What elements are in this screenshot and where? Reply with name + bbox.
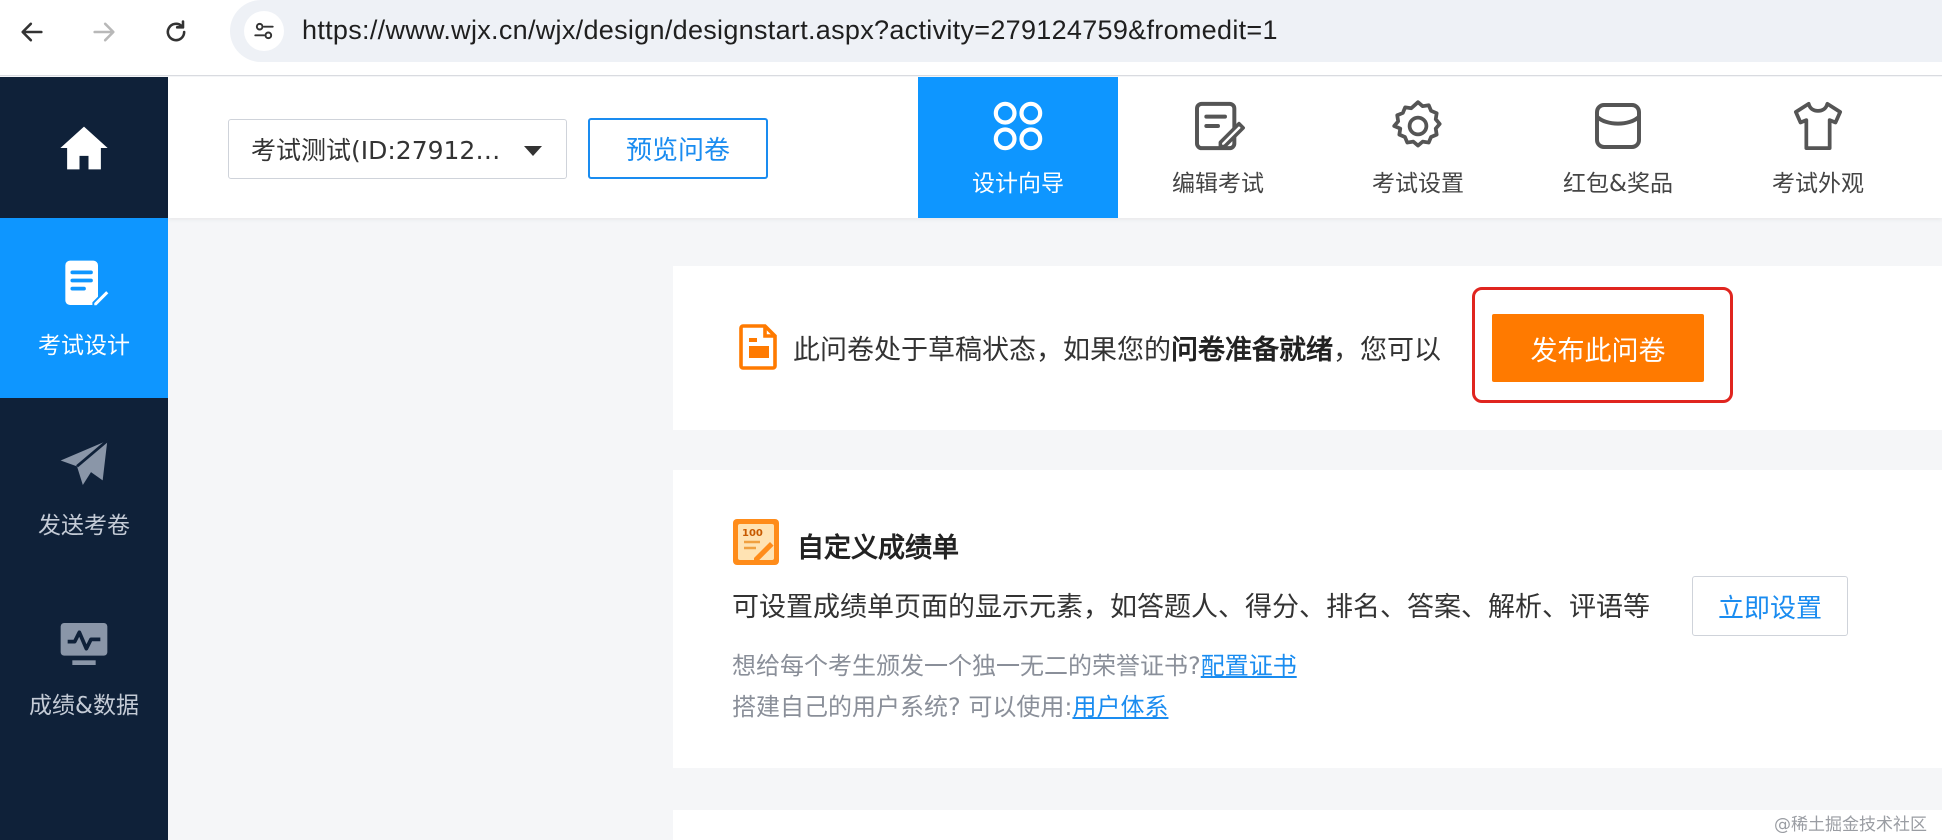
paper-plane-icon xyxy=(60,439,109,485)
forward-button[interactable] xyxy=(84,12,124,52)
draft-status-panel: 此问卷处于草稿状态，如果您的问卷准备就绪，您可以 发布此问卷 xyxy=(673,266,1942,430)
user-system-hint-text: 搭建自己的用户系统? 可以使用: xyxy=(732,693,1073,721)
tab-label: 考试设置 xyxy=(1372,170,1464,197)
address-bar[interactable]: https://www.wjx.cn/wjx/design/designstar… xyxy=(230,0,1942,62)
tab-label: 考试外观 xyxy=(1772,170,1864,197)
tab-design-wizard[interactable]: 设计向导 xyxy=(918,77,1118,218)
setup-now-button[interactable]: 立即设置 xyxy=(1692,576,1848,636)
tshirt-icon xyxy=(1793,101,1843,150)
home-button[interactable] xyxy=(0,77,168,218)
svg-text:100: 100 xyxy=(742,528,763,539)
tab-label: 设计向导 xyxy=(972,170,1064,197)
reload-button[interactable] xyxy=(156,12,196,52)
edit-document-icon xyxy=(65,260,111,308)
certificate-hint: 想给每个考生颁发一个独一无二的荣誉证书?配置证书 xyxy=(732,646,1297,681)
back-button[interactable] xyxy=(12,12,52,52)
watermark: @稀土掘金技术社区 xyxy=(1774,815,1927,835)
preview-button[interactable]: 预览问卷 xyxy=(588,118,768,179)
gear-icon xyxy=(1392,99,1442,147)
custom-score-card-panel: 100 自定义成绩单 可设置成绩单页面的显示元素，如答题人、得分、排名、答案、解… xyxy=(673,470,1942,768)
reload-icon xyxy=(166,20,186,42)
chevron-down-icon xyxy=(524,146,542,156)
exam-select-value: 考试测试(ID:27912… xyxy=(251,136,501,165)
exam-select-dropdown[interactable]: 考试测试(ID:27912… xyxy=(228,119,567,179)
sidebar-item-label: 成绩&数据 xyxy=(29,693,139,719)
home-icon xyxy=(60,126,108,169)
score-card-title: 自定义成绩单 xyxy=(797,533,959,564)
configure-certificate-link[interactable]: 配置证书 xyxy=(1201,652,1297,680)
tab-label: 红包&奖品 xyxy=(1563,170,1673,197)
tab-exam-settings[interactable]: 考试设置 xyxy=(1318,77,1518,218)
certificate-hint-text: 想给每个考生颁发一个独一无二的荣誉证书? xyxy=(732,652,1201,680)
tab-label: 编辑考试 xyxy=(1172,170,1264,197)
forward-arrow-icon xyxy=(93,22,115,42)
status-text-prefix: 此问卷处于草稿状态，如果您的 xyxy=(793,335,1171,366)
document-draft-icon xyxy=(739,324,777,370)
sidebar-item-label: 发送考卷 xyxy=(38,513,130,539)
sidebar-item-score-data[interactable]: 成绩&数据 xyxy=(0,578,168,758)
top-toolbar: 考试测试(ID:27912… 预览问卷 设计向导 编辑考试 考试设置 红包&奖品… xyxy=(168,77,1942,218)
main-tabs: 设计向导 编辑考试 考试设置 红包&奖品 考试外观 xyxy=(918,77,1918,218)
draft-status-text: 此问卷处于草稿状态，如果您的问卷准备就绪，您可以 xyxy=(793,328,1441,367)
browser-toolbar: https://www.wjx.cn/wjx/design/designstar… xyxy=(0,0,1942,76)
publish-button[interactable]: 发布此问卷 xyxy=(1492,314,1704,382)
monitor-chart-icon xyxy=(60,623,108,665)
score-card-description: 可设置成绩单页面的显示元素，如答题人、得分、排名、答案、解析、评语等 xyxy=(732,592,1650,623)
gift-box-icon xyxy=(1595,102,1641,149)
sidebar-item-label: 考试设计 xyxy=(38,333,130,359)
edit-icon xyxy=(1195,101,1245,150)
score-certificate-icon: 100 xyxy=(733,519,779,565)
sidebar-item-exam-design[interactable]: 考试设计 xyxy=(0,218,168,398)
grid-icon xyxy=(993,101,1043,150)
tab-edit-exam[interactable]: 编辑考试 xyxy=(1118,77,1318,218)
next-panel xyxy=(673,810,1942,840)
status-text-bold: 问卷准备就绪 xyxy=(1171,335,1333,366)
user-system-hint: 搭建自己的用户系统? 可以使用:用户体系 xyxy=(732,687,1168,722)
status-text-suffix: ，您可以 xyxy=(1333,335,1441,366)
url-text[interactable]: https://www.wjx.cn/wjx/design/designstar… xyxy=(302,15,1278,46)
sidebar-item-send-exam[interactable]: 发送考卷 xyxy=(0,398,168,578)
user-system-link[interactable]: 用户体系 xyxy=(1072,693,1168,721)
left-sidebar: 考试设计 发送考卷 成绩&数据 xyxy=(0,77,168,840)
tab-red-packet-prizes[interactable]: 红包&奖品 xyxy=(1518,77,1718,218)
tune-icon xyxy=(254,22,274,40)
tab-exam-appearance[interactable]: 考试外观 xyxy=(1718,77,1918,218)
back-arrow-icon xyxy=(21,22,43,42)
site-info-button[interactable] xyxy=(244,11,284,51)
